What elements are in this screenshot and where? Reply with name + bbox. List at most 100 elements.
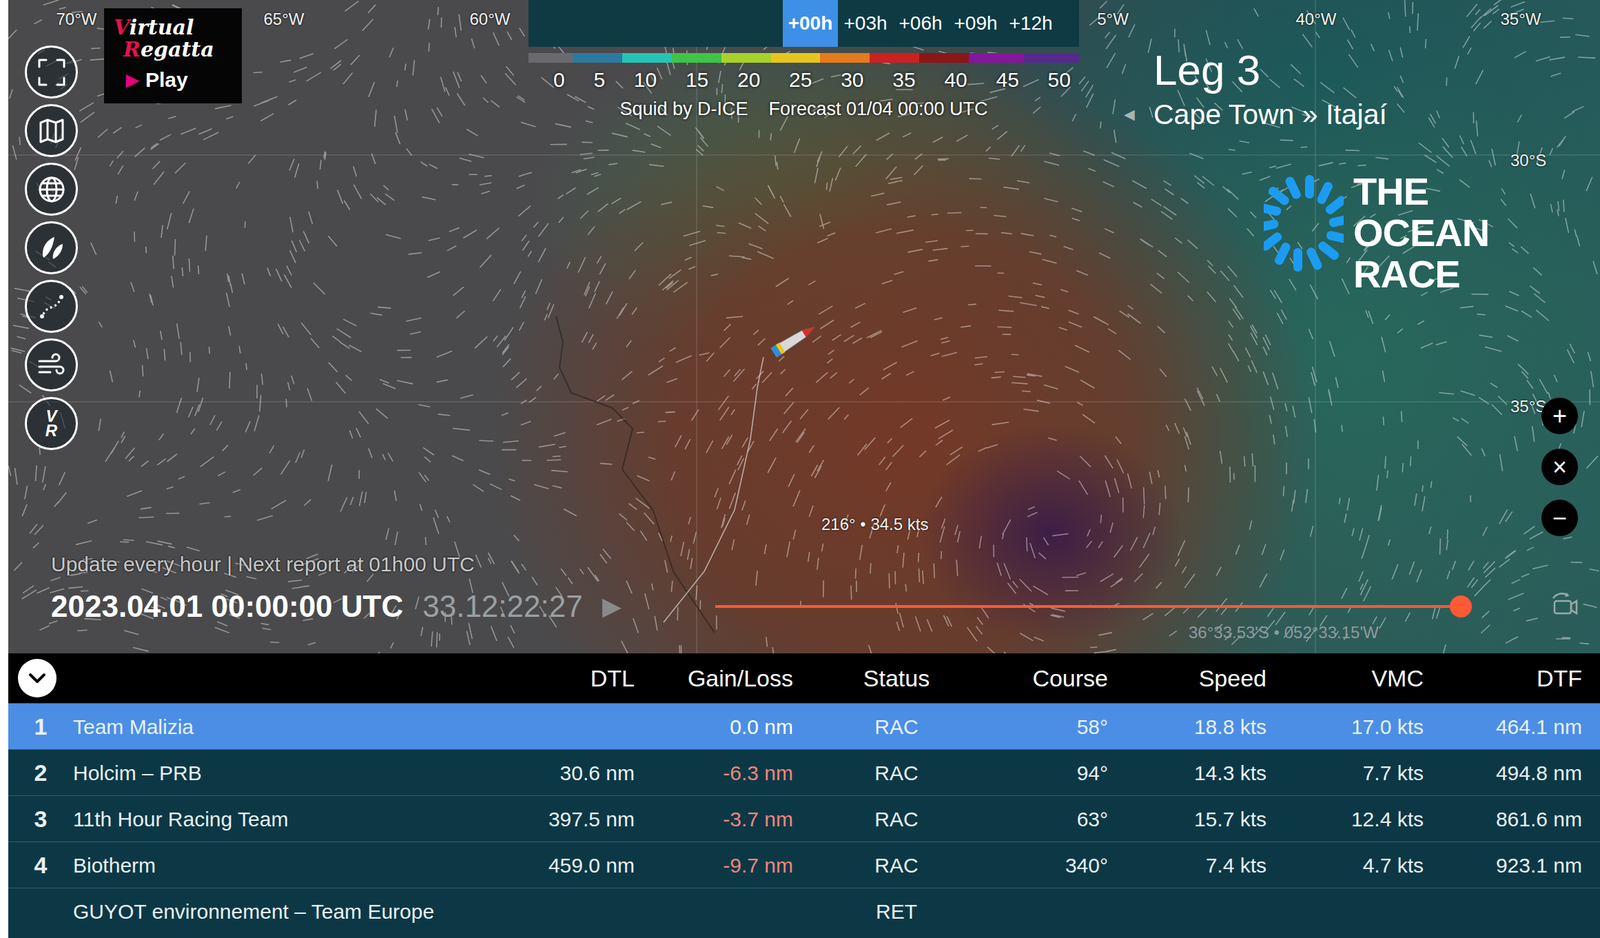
gain-cell: 0.0 nm bbox=[634, 711, 794, 743]
status-cell: RET bbox=[793, 895, 1000, 927]
rank-cell: 1 bbox=[8, 709, 74, 745]
vmc-cell: 12.4 kts bbox=[1266, 803, 1424, 835]
map-layers-icon-svg bbox=[36, 115, 67, 147]
vmc-cell: 7.7 kts bbox=[1266, 757, 1424, 789]
collapse-button[interactable] bbox=[17, 658, 57, 698]
column-header[interactable]: Gain/Loss bbox=[634, 660, 794, 696]
gain-cell: -6.3 nm bbox=[634, 757, 794, 789]
column-header[interactable]: DTL bbox=[485, 660, 635, 696]
longitude-label: 65°W bbox=[263, 6, 305, 32]
replay-button[interactable] bbox=[1550, 592, 1583, 621]
cursor-position: 36°33.53'S • 052°33.15'W bbox=[1188, 620, 1379, 645]
column-header[interactable]: VMC bbox=[1266, 660, 1424, 696]
status-cell: RAC bbox=[793, 849, 1000, 881]
forecast-tab[interactable]: +06h bbox=[893, 0, 949, 47]
replay-camera-icon-svg bbox=[1550, 592, 1583, 621]
team-name: 11th Hour Racing Team bbox=[73, 803, 486, 835]
course-cell: 94° bbox=[999, 757, 1109, 789]
team-name: Team Malizia bbox=[73, 711, 486, 743]
zoom-in-button[interactable]: + bbox=[1541, 397, 1578, 435]
scale-label: 20 bbox=[737, 64, 761, 96]
timeline: Update every hour | Next report at 01h00… bbox=[50, 548, 1600, 630]
team-name: Holcim – PRB bbox=[73, 757, 486, 789]
dtl-cell: 459.0 nm bbox=[485, 849, 635, 881]
close-button[interactable]: × bbox=[1541, 448, 1578, 486]
forecast-tab[interactable]: +12h bbox=[1003, 0, 1059, 47]
longitude-label: 70°W bbox=[56, 6, 98, 32]
update-note: Update every hour | Next report at 01h00… bbox=[50, 548, 1600, 580]
play-link[interactable]: ▶Play bbox=[113, 64, 233, 96]
fullscreen-icon bbox=[36, 57, 67, 88]
column-header[interactable]: Course bbox=[999, 660, 1109, 696]
ocean-race-burst-icon bbox=[1263, 170, 1344, 275]
map-layers-button[interactable] bbox=[24, 104, 78, 158]
back-button[interactable]: ◄ bbox=[1120, 101, 1154, 129]
timeline-fill bbox=[715, 604, 1461, 608]
rank-cell: 4 bbox=[8, 847, 74, 883]
scale-label: 25 bbox=[788, 64, 812, 96]
virtual-regatta-logo[interactable]: VirtualRegatta▶Play bbox=[104, 8, 242, 104]
route-icon bbox=[36, 291, 67, 322]
speed-cell: 7.4 kts bbox=[1108, 849, 1267, 881]
zoom-out-button[interactable]: − bbox=[1541, 499, 1578, 537]
gain-cell: -3.7 nm bbox=[634, 803, 794, 835]
column-header[interactable]: DTF bbox=[1423, 660, 1583, 696]
rank-cell: 3 bbox=[8, 801, 74, 837]
race-map[interactable]: 70°W65°W60°W5°W40°W35°W30°S35°SVirtualRe… bbox=[8, 0, 1600, 654]
forecast-panel: +00h+03h+06h+09h+12h05101520253035404550… bbox=[528, 0, 1080, 124]
sails-button[interactable] bbox=[24, 221, 78, 275]
table-row[interactable]: GUYOT environnement – Team EuropeRET bbox=[8, 887, 1600, 934]
table-row[interactable]: 2Holcim – PRB30.6 nm-6.3 nmRAC94°14.3 kt… bbox=[8, 749, 1600, 796]
replay-camera-icon bbox=[1550, 592, 1583, 621]
timeline-handle[interactable] bbox=[1449, 595, 1472, 618]
dtl-cell: 30.6 nm bbox=[485, 757, 635, 789]
dtf-cell: 494.8 nm bbox=[1423, 757, 1583, 789]
team-name: Biotherm bbox=[73, 849, 486, 881]
forecast-tab[interactable]: +03h bbox=[837, 0, 894, 47]
table-row[interactable]: 1Team Malizia0.0 nmRAC58°18.8 kts17.0 kt… bbox=[8, 702, 1600, 750]
vr-letter: R bbox=[45, 423, 58, 438]
map-layers-icon bbox=[36, 115, 67, 147]
scale-label: 35 bbox=[892, 64, 916, 96]
dtf-cell: 861.6 nm bbox=[1423, 803, 1583, 835]
scale-label: 5 bbox=[593, 64, 605, 96]
scale-label: 40 bbox=[944, 64, 967, 96]
wind-icon-svg bbox=[36, 350, 67, 381]
leg-header: Leg 3◄Cape Town » Itajaí bbox=[1120, 46, 1388, 137]
longitude-label: 40°W bbox=[1296, 6, 1337, 32]
table-row[interactable]: 4Biotherm459.0 nm-9.7 nmRAC340°7.4 kts4.… bbox=[8, 841, 1600, 888]
zoom-controls: + × − bbox=[1541, 397, 1578, 537]
table-row[interactable]: 311th Hour Racing Team397.5 nm-3.7 nmRAC… bbox=[8, 795, 1600, 842]
route-button[interactable] bbox=[24, 279, 78, 333]
coastline bbox=[556, 316, 715, 633]
course-cell: 58° bbox=[999, 711, 1109, 743]
forecast-tab[interactable]: +00h bbox=[782, 0, 838, 47]
ranking-table: DTLGain/LossStatusCourseSpeedVMCDTF 1Team… bbox=[8, 653, 1600, 938]
play-button[interactable]: ▶ bbox=[602, 587, 622, 625]
vr-letter: V bbox=[45, 409, 57, 424]
wind-button[interactable] bbox=[24, 338, 78, 392]
ocean-race-logo: THEOCEANRACE bbox=[1263, 170, 1490, 295]
column-header[interactable]: Speed bbox=[1108, 660, 1267, 696]
column-header[interactable]: Status bbox=[793, 660, 1000, 696]
ocean-race-burst-icon-svg bbox=[1263, 170, 1344, 275]
forecast-timestamp: Forecast 01/04 00:00 UTC bbox=[768, 95, 988, 124]
current-datetime: 2023.04.01 00:00:00 UTC bbox=[50, 583, 404, 630]
vr-button[interactable]: VR bbox=[24, 396, 78, 450]
status-cell: RAC bbox=[793, 711, 1000, 743]
forecast-credit: Squid by D-ICEForecast 01/04 00:00 UTC bbox=[528, 95, 1080, 124]
globe-button[interactable] bbox=[24, 162, 78, 216]
dtl-cell: 397.5 nm bbox=[485, 803, 635, 835]
chevron-down-icon bbox=[27, 671, 47, 685]
brand-word: Regatta bbox=[113, 38, 233, 61]
boat-marker-icon[interactable] bbox=[770, 322, 818, 358]
scale-label: 10 bbox=[633, 64, 657, 96]
play-label: Play bbox=[145, 64, 189, 96]
timeline-slider[interactable] bbox=[715, 604, 1461, 608]
forecast-tab[interactable]: +09h bbox=[948, 0, 1004, 47]
leg-route-row: ◄Cape Town » Itajaí bbox=[1120, 93, 1388, 137]
wordmark-line: OCEAN bbox=[1353, 212, 1490, 254]
scale-label: 15 bbox=[685, 64, 709, 96]
fullscreen-button[interactable] bbox=[24, 45, 78, 99]
grid-lines bbox=[8, 0, 1600, 654]
